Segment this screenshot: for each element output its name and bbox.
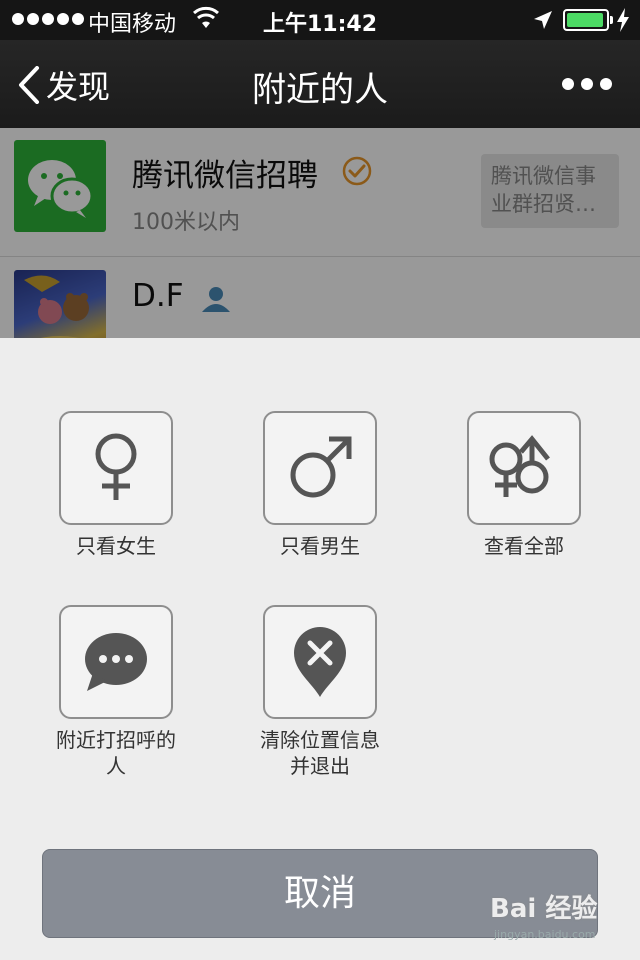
watermark-text: Bai 经验 — [490, 894, 598, 924]
page-title: 附近的人 — [252, 70, 388, 110]
status-bar: 中国移动 上午11:42 — [0, 0, 640, 40]
male-symbol-icon — [290, 436, 352, 498]
female-symbol-icon — [95, 433, 137, 500]
chat-bubble-icon — [85, 633, 147, 691]
nearby-greetings-button[interactable]: 附近打招呼的人 — [36, 605, 196, 779]
action-label: 只看女生 — [76, 534, 156, 558]
location-arrow-icon — [534, 11, 552, 29]
action-label: 只看男生 — [280, 534, 360, 558]
action-label: 附近打招呼的人 — [56, 728, 176, 778]
more-options-button[interactable] — [562, 78, 612, 90]
view-all-button[interactable]: 查看全部 — [444, 411, 604, 559]
watermark-url: jingyan.baidu.com — [494, 928, 596, 941]
clear-location-icon — [294, 627, 346, 697]
action-label: 查看全部 — [484, 534, 564, 558]
filter-male-button[interactable]: 只看男生 — [240, 411, 400, 559]
filter-female-button[interactable]: 只看女生 — [36, 411, 196, 559]
battery-icon — [563, 9, 613, 31]
action-label: 清除位置信息并退出 — [260, 728, 380, 778]
dim-overlay[interactable] — [0, 128, 640, 338]
clear-location-button[interactable]: 清除位置信息并退出 — [240, 605, 400, 779]
charging-bolt-icon — [617, 8, 629, 32]
navigation-bar: 发现 附近的人 — [0, 40, 640, 128]
action-sheet: 只看女生 只看男生 查看全部 附近打招呼的人 清除位置信息并退出 取消 — [0, 338, 640, 960]
baidu-jingyan-watermark: Bai 经验 jingyan.baidu.com — [490, 888, 630, 948]
all-genders-icon — [489, 435, 550, 497]
